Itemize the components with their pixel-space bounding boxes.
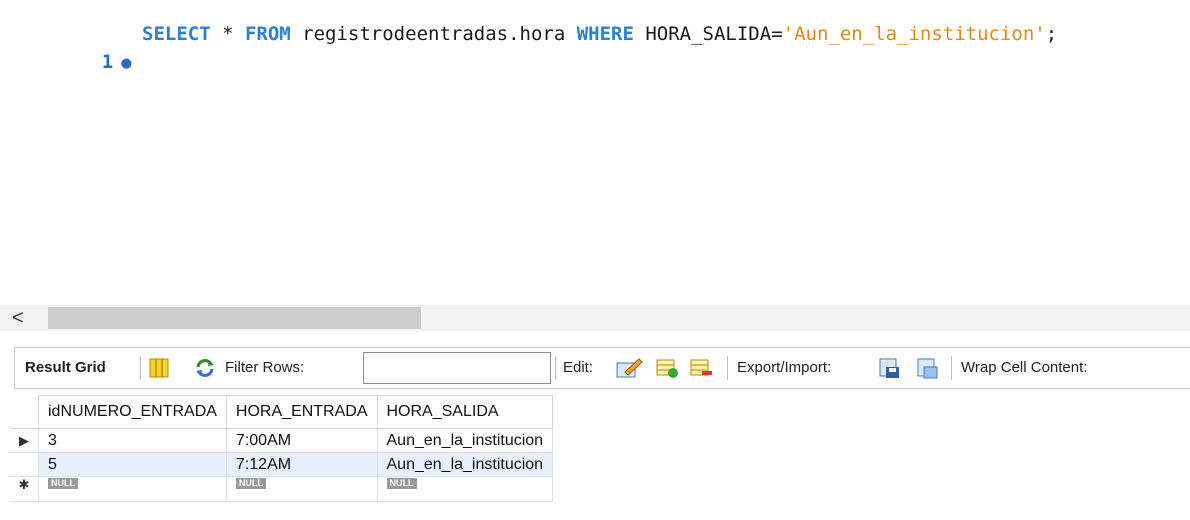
table-cell[interactable]: Aun_en_la_institucion: [376, 452, 554, 477]
table-cell[interactable]: 5: [38, 452, 227, 477]
table-cell[interactable]: NULL: [376, 476, 554, 502]
column-header[interactable]: idNUMERO_ENTRADA: [38, 395, 227, 429]
table-cell[interactable]: 7:00AM: [225, 428, 378, 453]
table-cell[interactable]: Aun_en_la_institucion: [376, 428, 554, 453]
result-grid[interactable]: idNUMERO_ENTRADA HORA_ENTRADA HORA_SALID…: [10, 395, 554, 502]
keyword-where: WHERE: [576, 23, 634, 45]
column-header[interactable]: HORA_SALIDA: [376, 395, 554, 429]
table-cell[interactable]: 3: [38, 428, 227, 453]
statement-marker-icon: ●: [121, 53, 132, 73]
line-number: 1: [101, 51, 114, 73]
add-row-icon[interactable]: [655, 357, 679, 379]
new-row[interactable]: ✱ NULL NULL NULL: [10, 476, 554, 502]
current-row-icon[interactable]: ▶: [10, 428, 39, 453]
export-import-label: Export/Import:: [737, 359, 832, 376]
horizontal-scrollbar[interactable]: <: [0, 305, 1190, 331]
separator: [555, 356, 556, 380]
delete-row-icon[interactable]: [689, 357, 713, 379]
sql-statement[interactable]: SELECT * FROM registrodeentradas.hora WH…: [142, 20, 1057, 48]
star-token: *: [210, 23, 245, 45]
new-row-icon[interactable]: ✱: [10, 476, 39, 502]
wrap-cell-content-label[interactable]: Wrap Cell Content:: [961, 348, 1087, 388]
result-toolbar: Result Grid Filter Rows: Edit: Export/Im…: [14, 347, 1190, 389]
column-token: HORA_SALIDA=: [633, 23, 783, 45]
refresh-icon[interactable]: [193, 357, 217, 379]
scrollbar-thumb[interactable]: [48, 307, 421, 329]
table-row[interactable]: 5 7:12AM Aun_en_la_institucion: [10, 452, 554, 477]
separator: [951, 356, 952, 380]
scroll-left-icon[interactable]: <: [12, 305, 24, 331]
string-literal: 'Aun_en_la_institucion': [782, 23, 1046, 45]
edit-pencil-icon[interactable]: [615, 357, 643, 379]
null-badge: NULL: [235, 478, 266, 489]
import-icon[interactable]: [915, 357, 939, 379]
filter-rows-input[interactable]: [363, 352, 551, 384]
null-badge: NULL: [386, 478, 417, 489]
header-row: idNUMERO_ENTRADA HORA_ENTRADA HORA_SALID…: [10, 395, 554, 429]
keyword-from: FROM: [244, 23, 291, 45]
table-token: registrodeentradas.hora: [290, 23, 577, 45]
null-badge: NULL: [48, 478, 78, 489]
separator: [727, 356, 728, 380]
sql-editor[interactable]: 1 ● SELECT * FROM registrodeentradas.hora…: [0, 0, 1190, 300]
table-cell[interactable]: 7:12AM: [225, 452, 378, 477]
code-line-1[interactable]: 1 ● SELECT * FROM registrodeentradas.hora…: [56, 20, 1057, 133]
separator: [140, 356, 141, 380]
edit-label: Edit:: [563, 359, 594, 376]
row-marker-header: [10, 395, 39, 429]
table-row[interactable]: ▶ 3 7:00AM Aun_en_la_institucion: [10, 428, 554, 453]
column-header[interactable]: HORA_ENTRADA: [225, 395, 378, 429]
keyword-select: SELECT: [142, 23, 211, 45]
form-editor-icon[interactable]: [147, 357, 171, 379]
semicolon-token: ;: [1045, 23, 1058, 45]
table-cell[interactable]: NULL: [225, 476, 378, 502]
row-marker[interactable]: [10, 452, 39, 477]
export-icon[interactable]: [877, 357, 901, 379]
table-cell[interactable]: NULL: [38, 476, 227, 502]
result-grid-label[interactable]: Result Grid: [25, 348, 106, 388]
filter-rows-label: Filter Rows:: [225, 359, 305, 376]
